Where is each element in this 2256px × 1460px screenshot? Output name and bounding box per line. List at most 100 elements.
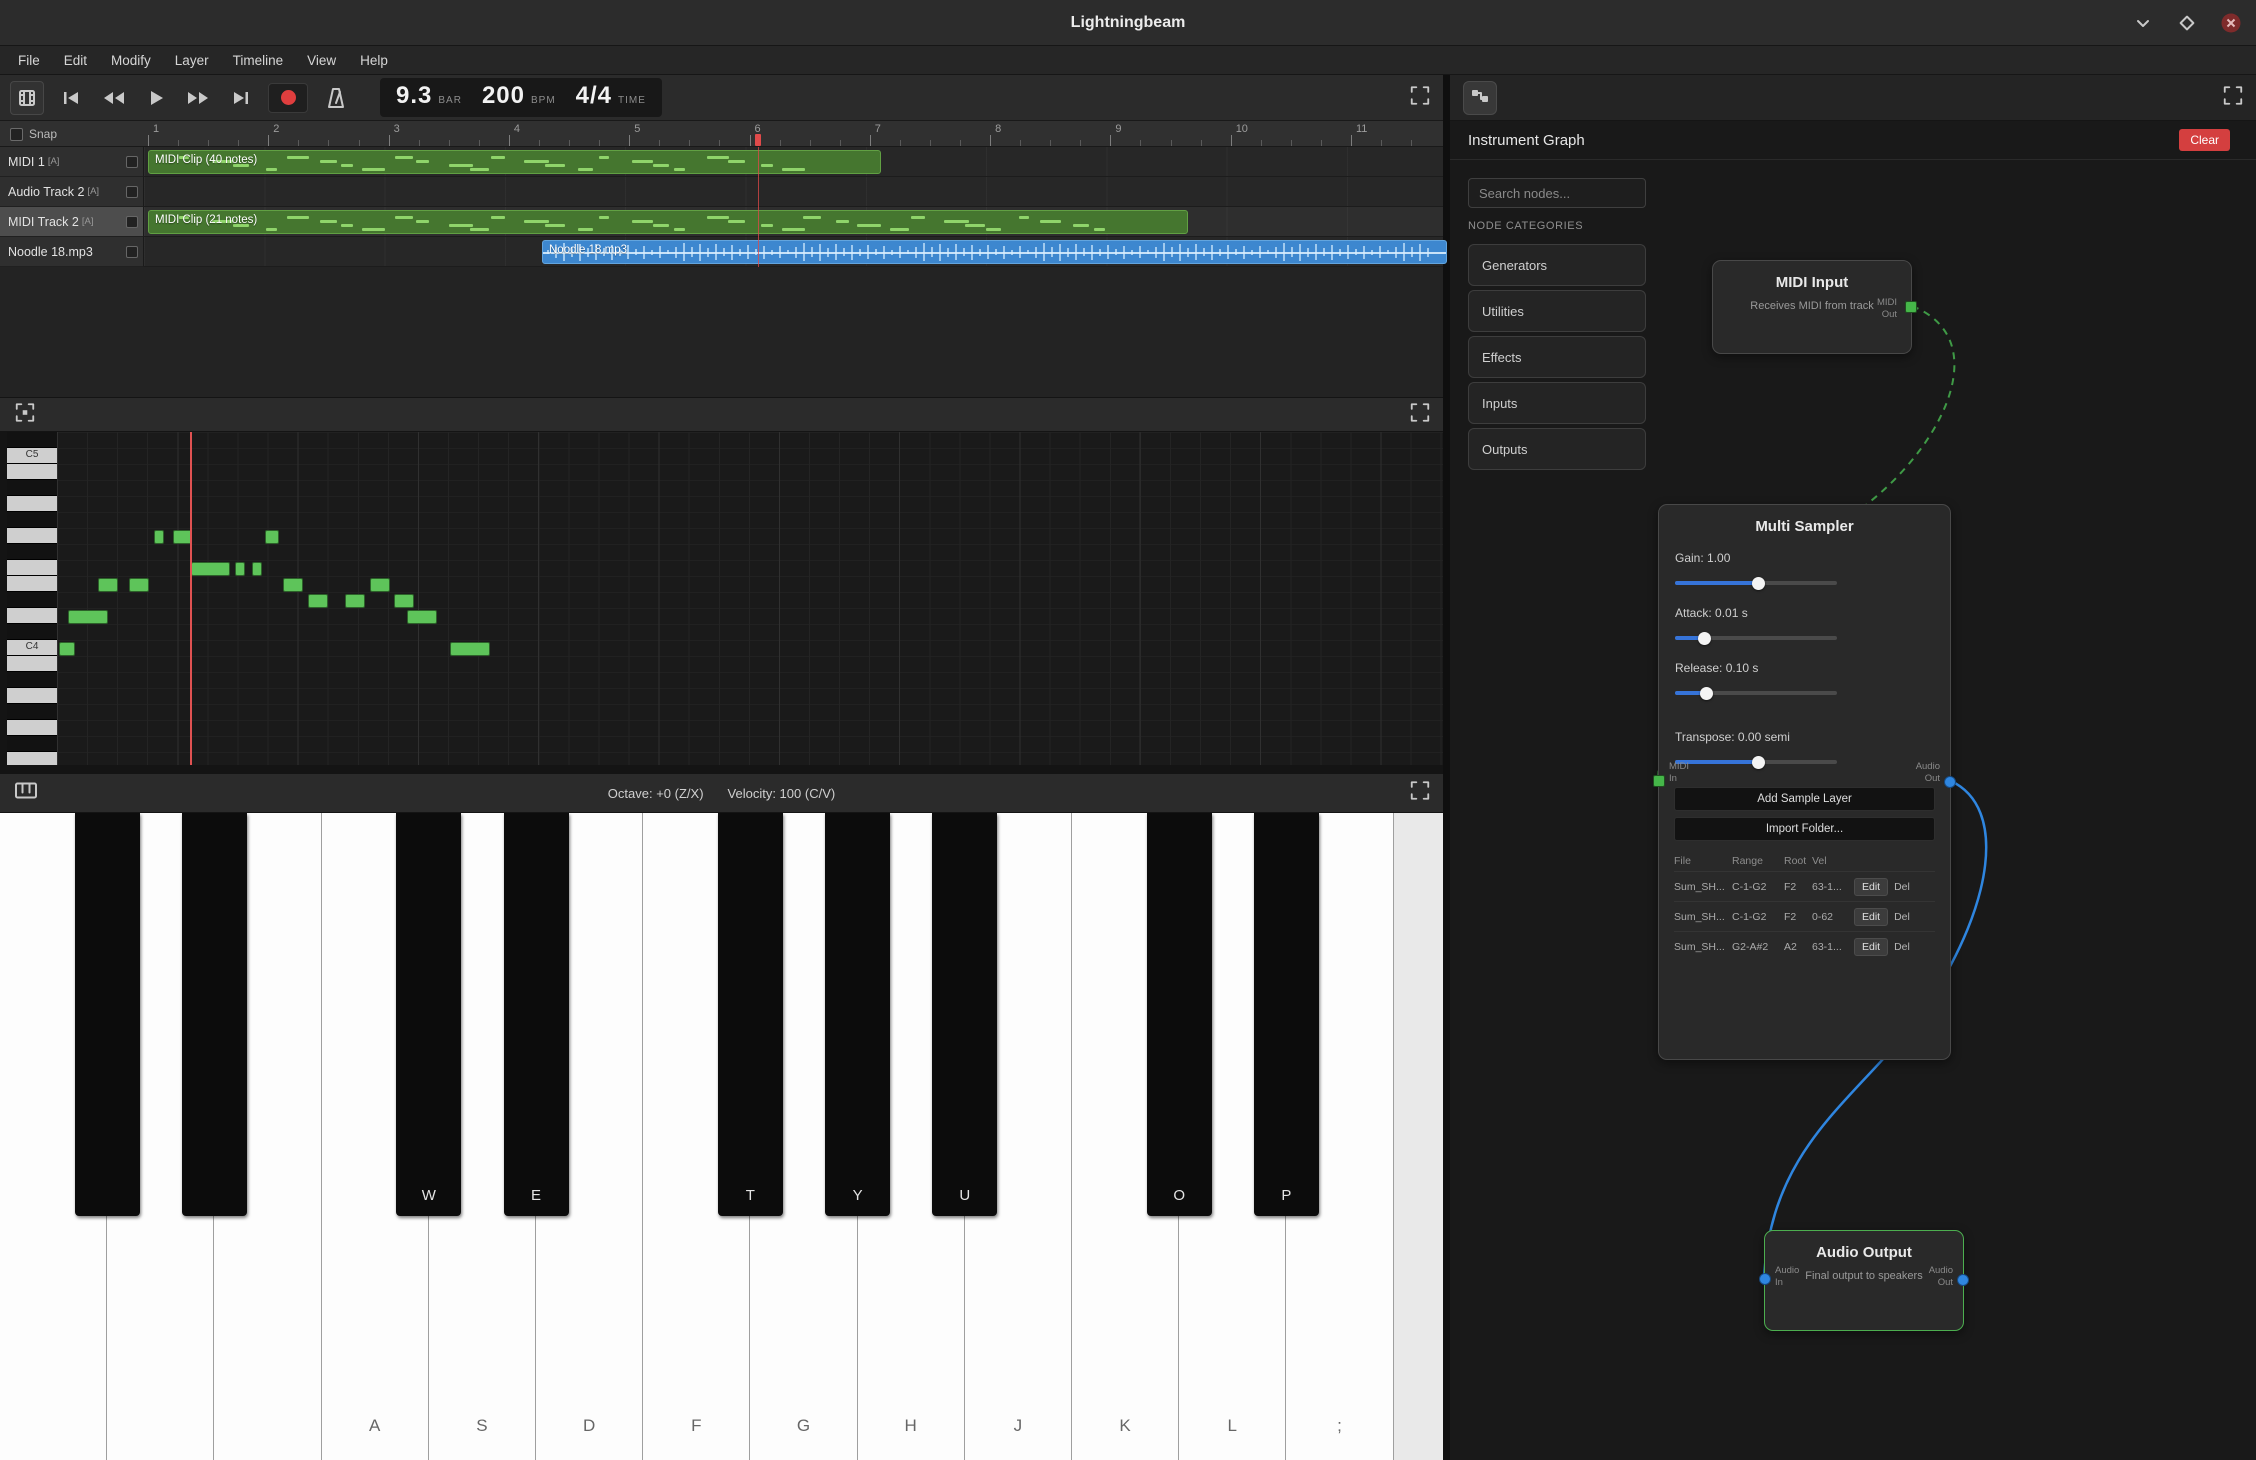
playhead-marker[interactable]: [755, 134, 761, 146]
midi-clip[interactable]: MIDI Clip (21 notes): [148, 210, 1188, 234]
node-audio-output[interactable]: Audio Output Final output to speakers Au…: [1764, 1230, 1964, 1331]
edit-button[interactable]: Edit: [1854, 908, 1888, 926]
category-outputs[interactable]: Outputs: [1468, 428, 1646, 470]
roll-key[interactable]: [7, 720, 57, 736]
midi-out-port[interactable]: [1905, 301, 1917, 313]
menu-file[interactable]: File: [6, 46, 52, 75]
search-input[interactable]: [1468, 178, 1646, 208]
edit-button[interactable]: Edit: [1854, 938, 1888, 956]
node-multi-sampler[interactable]: Multi Sampler Gain: 1.00Attack: 0.01 sRe…: [1658, 504, 1951, 1060]
white-key[interactable]: [1394, 813, 1443, 1460]
roll-key[interactable]: [7, 624, 57, 640]
midi-note[interactable]: [235, 562, 245, 576]
category-utilities[interactable]: Utilities: [1468, 290, 1646, 332]
black-key[interactable]: P: [1254, 813, 1319, 1216]
import-folder-button[interactable]: Import Folder...: [1674, 817, 1935, 841]
track-checkbox[interactable]: [126, 216, 138, 228]
midi-note[interactable]: [59, 642, 75, 656]
delete-button[interactable]: Del: [1888, 879, 1916, 895]
black-key[interactable]: U: [932, 813, 997, 1216]
menu-layer[interactable]: Layer: [163, 46, 221, 75]
menu-edit[interactable]: Edit: [52, 46, 99, 75]
roll-key[interactable]: C4: [7, 640, 57, 656]
track-header-3[interactable]: MIDI Track 2[A]: [0, 207, 144, 237]
roll-key[interactable]: [7, 544, 57, 560]
roll-key[interactable]: [7, 672, 57, 688]
node-graph-icon[interactable]: [1463, 81, 1497, 115]
param-slider[interactable]: [1675, 755, 1837, 769]
track-checkbox[interactable]: [126, 156, 138, 168]
piano-roll-grid[interactable]: [57, 432, 1443, 765]
skip-start-button[interactable]: [58, 85, 86, 111]
midi-note[interactable]: [129, 578, 149, 592]
roll-key[interactable]: [7, 592, 57, 608]
midi-note[interactable]: [407, 610, 437, 624]
midi-note[interactable]: [394, 594, 414, 608]
menu-timeline[interactable]: Timeline: [221, 46, 296, 75]
delete-button[interactable]: Del: [1888, 909, 1916, 925]
roll-key[interactable]: [7, 704, 57, 720]
clear-button[interactable]: Clear: [2179, 129, 2230, 151]
black-key[interactable]: [75, 813, 140, 1216]
midi-note[interactable]: [252, 562, 262, 576]
tempo-value[interactable]: 200: [482, 82, 525, 110]
black-key[interactable]: [182, 813, 247, 1216]
menu-view[interactable]: View: [295, 46, 348, 75]
midi-clip[interactable]: MIDI Clip (40 notes): [148, 150, 881, 174]
midi-note[interactable]: [191, 562, 230, 576]
audio-in-port[interactable]: [1759, 1273, 1771, 1285]
roll-key[interactable]: [7, 656, 57, 672]
param-slider[interactable]: [1675, 631, 1837, 645]
midi-note[interactable]: [265, 530, 279, 544]
roll-key[interactable]: [7, 464, 57, 480]
track-lane[interactable]: [144, 177, 1443, 207]
menu-help[interactable]: Help: [348, 46, 400, 75]
slider-thumb[interactable]: [1700, 687, 1713, 700]
midi-note[interactable]: [345, 594, 365, 608]
piano-roll-resize-icon[interactable]: [14, 401, 36, 428]
black-key[interactable]: E: [504, 813, 569, 1216]
category-inputs[interactable]: Inputs: [1468, 382, 1646, 424]
slider-thumb[interactable]: [1752, 756, 1765, 769]
skip-end-button[interactable]: [226, 85, 254, 111]
midi-note[interactable]: [98, 578, 118, 592]
roll-key[interactable]: [7, 608, 57, 624]
panel-divider[interactable]: [1443, 75, 1450, 1460]
roll-key[interactable]: [7, 688, 57, 704]
audio-out-port[interactable]: [1957, 1274, 1969, 1286]
midi-in-port[interactable]: [1653, 775, 1665, 787]
metronome-icon[interactable]: [322, 85, 350, 111]
black-key[interactable]: W: [396, 813, 461, 1216]
add-sample-layer-button[interactable]: Add Sample Layer: [1674, 787, 1935, 811]
category-generators[interactable]: Generators: [1468, 244, 1646, 286]
midi-note[interactable]: [283, 578, 303, 592]
node-midi-input[interactable]: MIDI Input Receives MIDI from track MIDI…: [1712, 260, 1912, 354]
roll-key[interactable]: [7, 480, 57, 496]
play-button[interactable]: [142, 85, 170, 111]
param-slider[interactable]: [1675, 576, 1837, 590]
record-button[interactable]: [268, 83, 308, 113]
delete-button[interactable]: Del: [1888, 939, 1916, 955]
midi-note[interactable]: [308, 594, 328, 608]
roll-key[interactable]: [7, 512, 57, 528]
graph-expand-icon[interactable]: [2222, 84, 2244, 111]
slider-thumb[interactable]: [1698, 632, 1711, 645]
track-header-2[interactable]: Audio Track 2[A]: [0, 177, 144, 207]
roll-key[interactable]: [7, 560, 57, 576]
midi-note[interactable]: [450, 642, 490, 656]
fast-forward-button[interactable]: [184, 85, 212, 111]
edit-button[interactable]: Edit: [1854, 878, 1888, 896]
audio-out-port[interactable]: [1944, 776, 1956, 788]
black-key[interactable]: O: [1147, 813, 1212, 1216]
time-signature[interactable]: 4/4: [576, 82, 612, 110]
menu-modify[interactable]: Modify: [99, 46, 163, 75]
param-slider[interactable]: [1675, 686, 1837, 700]
black-key[interactable]: Y: [825, 813, 890, 1216]
close-icon[interactable]: [2220, 12, 2242, 34]
piano-roll-expand-icon[interactable]: [1409, 401, 1431, 428]
category-effects[interactable]: Effects: [1468, 336, 1646, 378]
roll-key[interactable]: [7, 528, 57, 544]
roll-key[interactable]: [7, 496, 57, 512]
timeline-ruler[interactable]: 1234567891011 Snap: [0, 121, 1443, 147]
audio-clip[interactable]: Noodle 18.mp3: [542, 240, 1447, 264]
